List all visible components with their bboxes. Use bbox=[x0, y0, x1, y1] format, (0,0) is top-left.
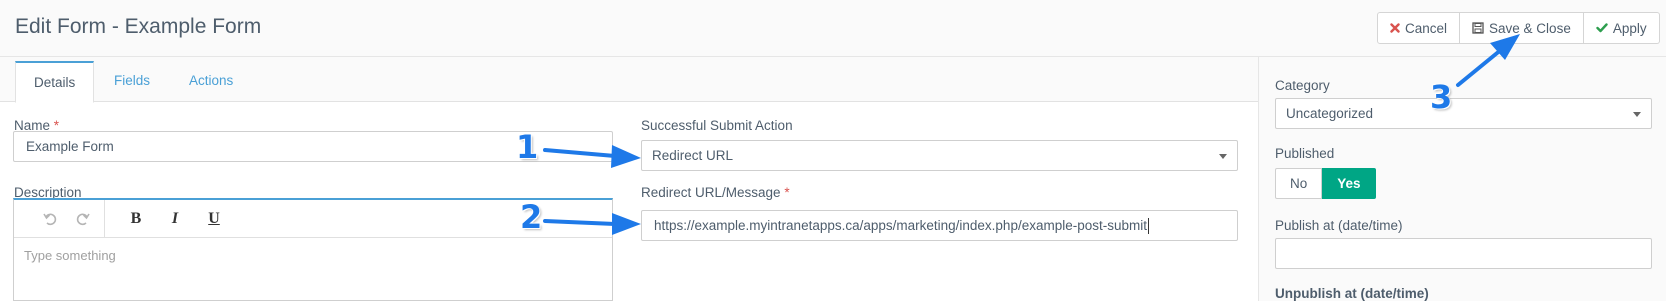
published-no-button[interactable]: No bbox=[1275, 168, 1323, 199]
submit-action-label: Successful Submit Action bbox=[641, 118, 793, 133]
toolbar-divider bbox=[104, 200, 105, 237]
publish-at-label: Publish at (date/time) bbox=[1275, 218, 1403, 233]
redirect-url-input[interactable]: https://example.myintranetapps.ca/apps/m… bbox=[641, 210, 1238, 241]
chevron-down-icon bbox=[1219, 154, 1227, 159]
italic-button[interactable]: I bbox=[164, 208, 186, 230]
tab-details[interactable]: Details bbox=[15, 61, 95, 103]
underline-button[interactable]: U bbox=[203, 208, 225, 230]
published-yes-button[interactable]: Yes bbox=[1322, 168, 1376, 199]
published-toggle: No Yes bbox=[1275, 168, 1376, 199]
toolbar-button-group: Cancel Save & Close Apply bbox=[1377, 12, 1660, 44]
submit-action-select[interactable]: Redirect URL bbox=[641, 140, 1238, 171]
annotation-number-3: 3 bbox=[1430, 78, 1453, 116]
close-icon bbox=[1390, 23, 1400, 33]
category-label: Category bbox=[1275, 78, 1330, 93]
page-title: Edit Form - Example Form bbox=[15, 15, 262, 38]
tab-fields[interactable]: Fields bbox=[96, 61, 168, 103]
save-close-label: Save & Close bbox=[1489, 20, 1571, 36]
check-icon bbox=[1596, 23, 1608, 33]
redirect-label-text: Redirect URL/Message bbox=[641, 185, 781, 200]
redo-icon[interactable] bbox=[72, 208, 94, 230]
save-close-button[interactable]: Save & Close bbox=[1460, 12, 1584, 44]
save-icon bbox=[1472, 22, 1484, 34]
unpublish-at-label: Unpublish at (date/time) bbox=[1275, 286, 1429, 301]
annotation-number-1: 1 bbox=[516, 128, 539, 166]
category-select[interactable]: Uncategorized bbox=[1275, 98, 1652, 129]
category-value: Uncategorized bbox=[1286, 106, 1374, 121]
undo-icon[interactable] bbox=[39, 208, 61, 230]
page-header: Edit Form - Example Form Cancel Save & C… bbox=[0, 0, 1666, 57]
tab-actions[interactable]: Actions bbox=[171, 61, 251, 103]
apply-label: Apply bbox=[1612, 20, 1647, 36]
tab-bar: Details Fields Actions bbox=[0, 57, 1258, 103]
redirect-url-value: https://example.myintranetapps.ca/apps/m… bbox=[654, 218, 1148, 233]
redirect-label: Redirect URL/Message * bbox=[641, 185, 790, 200]
published-label: Published bbox=[1275, 146, 1335, 161]
editor-placeholder: Type something bbox=[24, 248, 116, 263]
submit-action-value: Redirect URL bbox=[652, 148, 734, 163]
chevron-down-icon bbox=[1633, 112, 1641, 117]
required-marker: * bbox=[784, 185, 790, 200]
apply-button[interactable]: Apply bbox=[1583, 12, 1660, 44]
annotation-number-2: 2 bbox=[520, 198, 543, 236]
publish-at-input[interactable] bbox=[1275, 238, 1652, 269]
bold-button[interactable]: B bbox=[125, 208, 147, 230]
cancel-button[interactable]: Cancel bbox=[1377, 12, 1461, 44]
cancel-label: Cancel bbox=[1405, 20, 1448, 36]
text-cursor bbox=[1148, 218, 1150, 235]
